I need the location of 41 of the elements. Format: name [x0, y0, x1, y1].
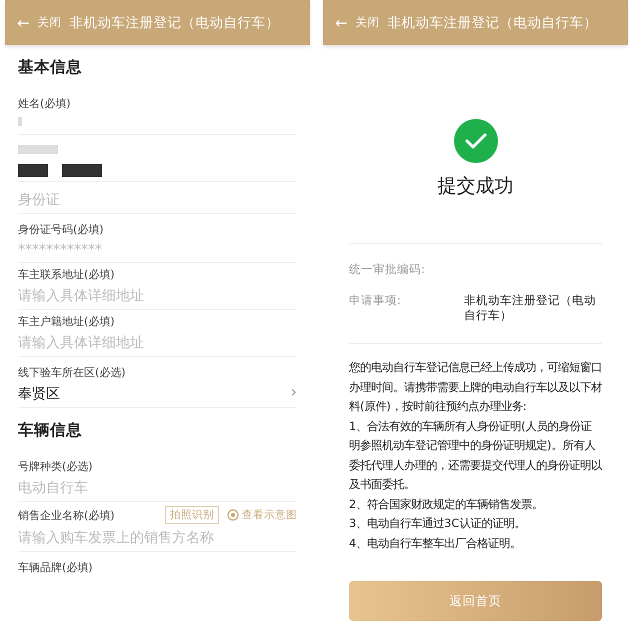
redaction-mark [18, 145, 58, 154]
success-check-icon [454, 119, 498, 163]
back-button[interactable]: ← [17, 14, 30, 32]
notice-text: 3、电动自行车通过3C认证的证明。 [349, 516, 526, 532]
field-value: ************ [18, 242, 103, 258]
scan-button[interactable]: 拍照识别 [165, 506, 219, 524]
field-label: 车主户籍地址(必填) [18, 314, 115, 329]
field-value: 电动自行车 [18, 479, 89, 497]
section-title: 车辆信息 [18, 420, 83, 441]
eye-icon [227, 509, 239, 521]
result-title: 提交成功 [438, 174, 514, 199]
input-field[interactable]: 请输入购车发票上的销售方名称 [18, 529, 297, 547]
home-button[interactable]: 返回首页 [349, 581, 602, 621]
redaction-mark [18, 164, 48, 177]
close-button[interactable]: 关闭 [38, 15, 62, 30]
input-field[interactable]: 请输入具体详细地址 [18, 287, 297, 305]
redaction-mark [62, 164, 102, 177]
notice-text: 4、电动自行车整车出厂合格证明。 [349, 536, 522, 552]
field-label: 车主联系地址(必填) [18, 267, 115, 282]
field-label: 车辆品牌(必填) [18, 560, 93, 575]
page-title: 非机动车注册登记（电动自行车） [388, 14, 598, 32]
detail-label: 统一审批编码: [349, 262, 426, 277]
section-title: 基本信息 [18, 57, 83, 78]
close-button[interactable]: 关闭 [356, 15, 380, 30]
page-title: 非机动车注册登记（电动自行车） [70, 14, 280, 32]
field-label: 线下验车所在区(必选) [18, 365, 126, 380]
detail-value: 非机动车注册登记（电动自行车） [464, 293, 597, 323]
detail-label: 申请事项: [349, 293, 402, 309]
sample-link[interactable]: 查看示意图 [227, 508, 297, 522]
field-label: 姓名(必填) [18, 96, 71, 111]
back-button[interactable]: ← [335, 14, 348, 32]
field-label: 号牌种类(必选) [18, 459, 93, 474]
input-field[interactable]: 请输入具体详细地址 [18, 334, 297, 352]
notice-text: 您的电动自行车登记信息已经上传成功，可缩短窗口办理时间。请携带需要上牌的电动自行车以及以下材料(原件)，按时前往预约点办理业务: [349, 360, 602, 415]
district-select[interactable]: 奉贤区 › [18, 380, 297, 403]
field-label: 身份证号码(必填) [18, 222, 104, 237]
redaction-mark [18, 117, 22, 126]
notice-text: 2、符合国家财政规定的车辆销售发票。 [349, 496, 544, 512]
notice-text: 1、合法有效的车辆所有人身份证明(人员的身份证明参照机动车登记管理中的身份证明规定)。所有人委托代理人办理的，还需要提交代理人的身份证明以及书面委托。 [349, 418, 602, 493]
field-label: 销售企业名称(必填) [18, 508, 115, 522]
field-value: 身份证 [18, 191, 61, 209]
